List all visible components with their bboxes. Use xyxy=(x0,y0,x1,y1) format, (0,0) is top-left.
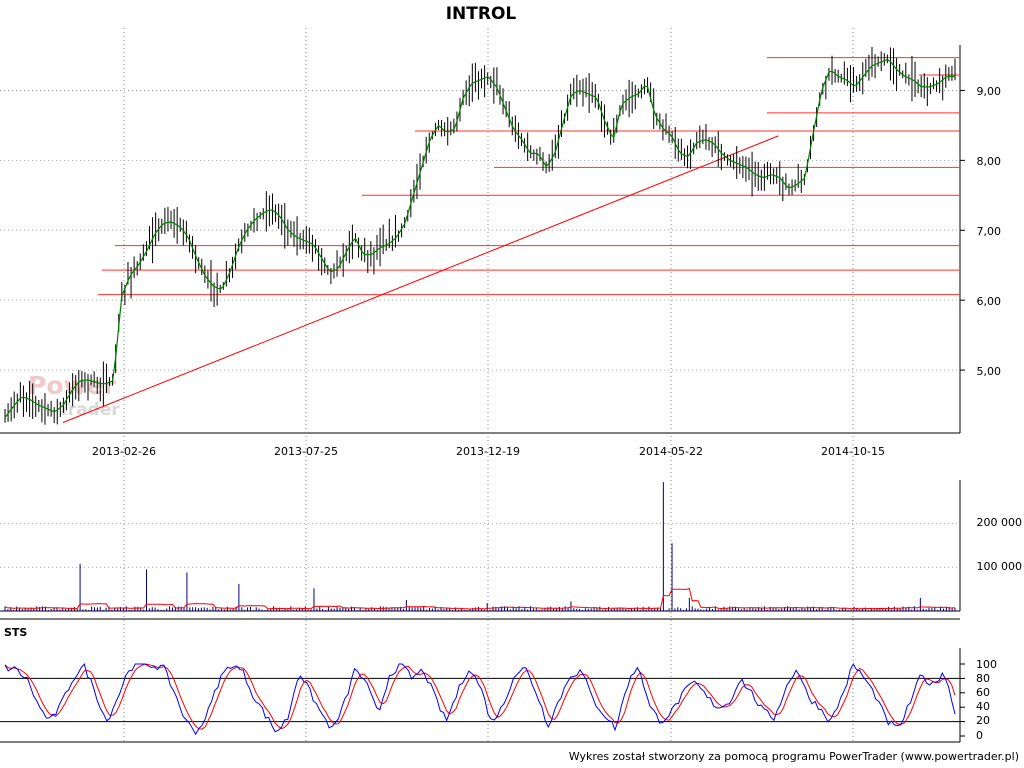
sts-y-tick-label: 100 xyxy=(976,658,997,671)
y-tick-label: 6,00 xyxy=(977,295,1002,308)
sts-y-tick-label: 60 xyxy=(976,686,990,699)
sts-y-tick-label: 80 xyxy=(976,672,990,685)
volume-y-tick-label: 200 000 xyxy=(977,516,1023,529)
footer-credit: Wykres został stworzony za pomocą progra… xyxy=(569,750,1019,763)
chart-title: INTROL xyxy=(446,4,517,24)
sts-label: STS xyxy=(4,626,27,639)
y-tick-label: 5,00 xyxy=(977,365,1002,378)
y-tick-label: 8,00 xyxy=(977,155,1002,168)
chart-canvas: Power Trader INTROL 5,00 6,00 7,00 8,00 … xyxy=(0,0,1024,768)
y-tick-label: 9,00 xyxy=(977,85,1002,98)
sts-y-tick-label: 40 xyxy=(976,700,990,713)
x-tick-label: 2013-07-25 xyxy=(274,445,338,458)
y-tick-label: 7,00 xyxy=(977,225,1002,238)
sts-y-tick-label: 0 xyxy=(976,729,983,742)
x-tick-label: 2013-12-19 xyxy=(456,445,520,458)
sts-y-tick-label: 20 xyxy=(976,714,990,727)
x-tick-label: 2013-02-26 xyxy=(92,445,156,458)
x-tick-label: 2014-10-15 xyxy=(821,445,885,458)
chart-svg: Power Trader INTROL 5,00 6,00 7,00 8,00 … xyxy=(0,0,1024,768)
volume-y-tick-label: 100 000 xyxy=(977,560,1023,573)
background xyxy=(0,0,1024,768)
x-tick-label: 2014-05-22 xyxy=(639,445,703,458)
